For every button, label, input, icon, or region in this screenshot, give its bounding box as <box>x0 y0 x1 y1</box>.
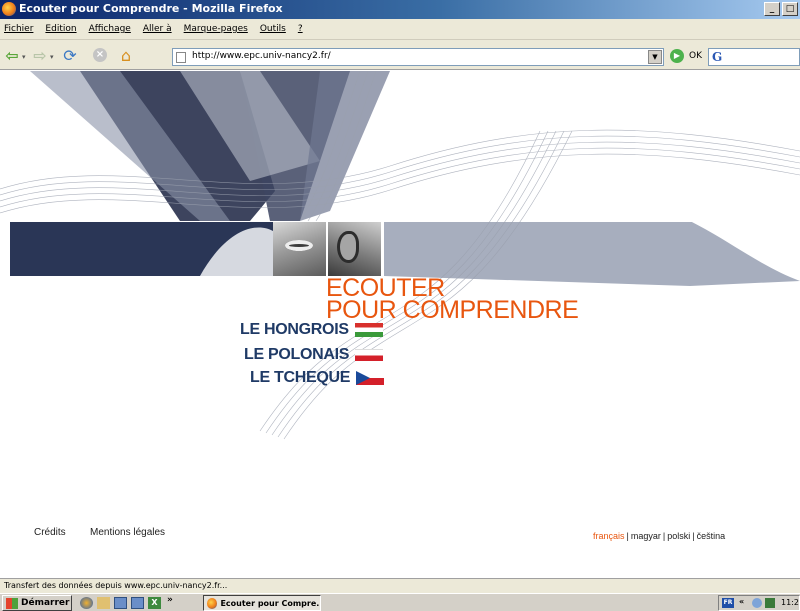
link-tcheque-label: LE TCHEQUE <box>250 369 351 386</box>
taskbar-firefox-task[interactable]: Ecouter pour Compre... <box>203 595 321 611</box>
page-content: ECOUTER POUR COMPRENDRE LE HONGROIS LE P… <box>0 71 800 578</box>
windows-logo-icon <box>6 597 18 609</box>
firefox-window: Ecouter pour Comprendre - Mozilla Firefo… <box>0 0 800 611</box>
start-button[interactable]: Démarrer <box>2 595 72 611</box>
menu-marque-pages[interactable]: Marque-pages <box>184 24 248 34</box>
clock: 11:2 <box>781 598 799 607</box>
ear-photo <box>328 222 381 276</box>
menu-edition[interactable]: Edition <box>45 24 76 34</box>
taskbar: Démarrer X » Ecouter pour Compre... FR «… <box>0 593 800 611</box>
reload-button[interactable]: ⟳ <box>60 45 80 65</box>
address-text: http://www.epc.univ-nancy2.fr/ <box>192 51 331 61</box>
language-switcher: français | magyar | polski | čeština <box>593 531 726 541</box>
quicklaunch-desktop-icon[interactable] <box>131 597 144 609</box>
eye-icon <box>285 240 313 251</box>
navigation-toolbar: ⇦ ▾ ⇨ ▾ ⟳ × ⌂ http://www.epc.univ-nancy2… <box>0 40 800 70</box>
stop-button[interactable]: × <box>90 45 110 65</box>
window-title: Ecouter pour Comprendre - Mozilla Firefo… <box>19 2 283 15</box>
legal-link[interactable]: Mentions légales <box>90 527 165 538</box>
menu-help[interactable]: ? <box>298 24 303 34</box>
input-language-indicator[interactable]: FR <box>722 598 734 608</box>
menu-aller-a[interactable]: Aller à <box>143 24 172 34</box>
google-icon: G <box>712 50 723 64</box>
window-controls: _ □ <box>764 2 798 16</box>
menu-outils[interactable]: Outils <box>260 24 286 34</box>
tray-network-icon[interactable] <box>752 598 762 608</box>
back-dropdown-icon[interactable]: ▾ <box>22 53 26 61</box>
link-hongrois-label: LE HONGROIS <box>240 321 349 338</box>
status-text: Transfert des données depuis www.epc.uni… <box>4 581 228 590</box>
forward-button[interactable]: ⇨ <box>30 45 50 65</box>
menu-affichage[interactable]: Affichage <box>89 24 131 34</box>
tray-app-icon[interactable] <box>765 598 775 608</box>
lang-francais[interactable]: français <box>593 531 625 541</box>
link-polonais-label: LE POLONAIS <box>244 346 350 363</box>
credits-link[interactable]: Crédits <box>34 527 66 538</box>
go-icon[interactable]: ▶ <box>670 49 684 63</box>
title-bar: Ecouter pour Comprendre - Mozilla Firefo… <box>0 0 800 19</box>
stop-icon: × <box>93 48 107 62</box>
site-title-line2: POUR COMPRENDRE <box>326 296 579 324</box>
address-dropdown-button[interactable]: ▼ <box>648 50 662 64</box>
hungary-flag-icon <box>354 323 383 337</box>
firefox-task-icon <box>207 597 218 609</box>
link-hongrois[interactable]: LE HONGROIS <box>240 321 383 339</box>
maximize-button[interactable]: □ <box>782 2 798 16</box>
start-label: Démarrer <box>21 598 70 608</box>
link-tcheque[interactable]: LE TCHEQUE <box>250 369 385 387</box>
quicklaunch-more-icon[interactable]: » <box>167 595 173 605</box>
lang-magyar[interactable]: magyar <box>631 531 661 541</box>
lang-polski[interactable]: polski <box>667 531 690 541</box>
lang-cestina[interactable]: čeština <box>697 531 726 541</box>
menu-fichier[interactable]: Fichier <box>4 24 33 34</box>
tray-expand-icon[interactable]: « <box>739 597 744 606</box>
czech-flag-icon <box>356 371 385 385</box>
menu-bar: Fichier Edition Affichage Aller à Marque… <box>0 19 800 40</box>
minimize-button[interactable]: _ <box>764 2 780 16</box>
forward-dropdown-icon[interactable]: ▾ <box>50 53 54 61</box>
firefox-logo-icon <box>2 2 16 16</box>
task-label: Ecouter pour Compre... <box>220 598 320 608</box>
back-button[interactable]: ⇦ <box>2 45 22 65</box>
page-icon <box>176 52 186 63</box>
search-box[interactable]: G <box>708 48 800 66</box>
go-button[interactable]: OK <box>689 51 702 61</box>
home-button[interactable]: ⌂ <box>116 45 136 65</box>
system-tray: FR « 11:2 <box>718 595 800 611</box>
quicklaunch-excel-icon[interactable]: X <box>148 597 161 609</box>
link-polonais[interactable]: LE POLONAIS <box>244 346 384 364</box>
ear-icon <box>337 231 359 263</box>
quicklaunch-window-icon[interactable] <box>114 597 127 609</box>
address-bar[interactable]: http://www.epc.univ-nancy2.fr/ ▼ <box>172 48 664 66</box>
quicklaunch-browser-icon[interactable] <box>80 597 93 609</box>
poland-flag-icon <box>355 349 384 361</box>
background-graphic <box>0 71 800 440</box>
status-bar: Transfert des données depuis www.epc.uni… <box>0 578 800 593</box>
quicklaunch-mail-icon[interactable] <box>97 597 110 609</box>
eye-photo <box>273 222 326 276</box>
